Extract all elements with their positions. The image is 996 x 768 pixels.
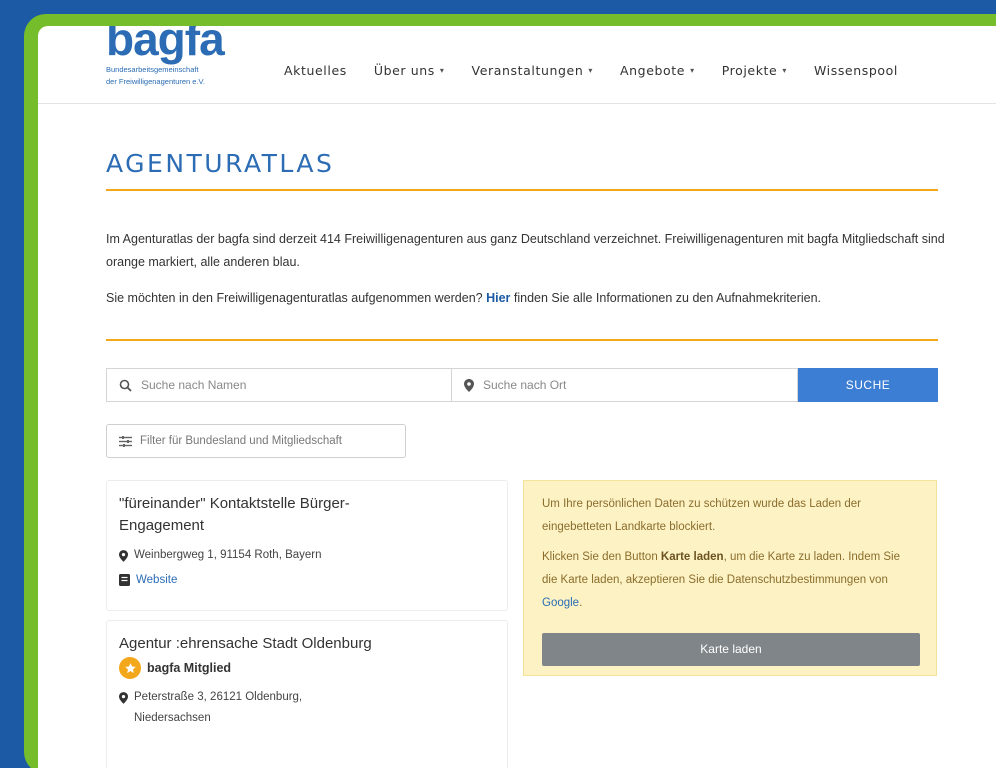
- chevron-down-icon: ▾: [782, 66, 787, 75]
- site-header: bagfa Bundesarbeitsgemeinschaft der Frei…: [38, 26, 996, 104]
- search-bar: Suche nach Namen Suche nach Ort SUCHE: [106, 368, 938, 402]
- page-title: AGENTURATLAS: [106, 149, 335, 178]
- nav-label: Wissenspool: [813, 63, 898, 78]
- nav-item-veranstaltungen[interactable]: Veranstaltungen ▾: [472, 63, 593, 78]
- section-divider: [106, 339, 938, 341]
- member-badge: bagfa Mitglied: [119, 657, 495, 679]
- nav-item-ueber-uns[interactable]: Über uns ▾: [374, 63, 445, 78]
- website-label: Website: [136, 574, 178, 586]
- intro-text: Im Agenturatlas der bagfa sind derzeit 4…: [106, 232, 945, 269]
- agency-name[interactable]: "füreinander" Kontaktstelle Bürger-Engag…: [119, 493, 419, 537]
- result-card[interactable]: Agentur :ehrensache Stadt Oldenburg bagf…: [106, 620, 508, 768]
- hier-link[interactable]: Hier: [486, 291, 510, 305]
- search-button[interactable]: SUCHE: [798, 368, 938, 402]
- book-icon: [119, 574, 130, 586]
- notice-text-1: Um Ihre persönlichen Daten zu schützen w…: [542, 498, 861, 533]
- nav-label: Projekte: [721, 63, 778, 78]
- filter-button[interactable]: Filter für Bundesland und Mitgliedschaft: [106, 424, 406, 458]
- map-pin-icon: [464, 378, 474, 392]
- search-icon: [119, 379, 132, 392]
- filter-label: Filter für Bundesland und Mitgliedschaft: [140, 435, 342, 447]
- notice-bold-karte-laden: Karte laden: [660, 551, 724, 563]
- join-text: Sie möchten in den Freiwilligenagenturat…: [106, 287, 946, 310]
- nav-label: Angebote: [620, 63, 686, 78]
- agency-name[interactable]: Agentur :ehrensache Stadt Oldenburg: [119, 633, 419, 655]
- main-navigation: Aktuelles Über uns ▾ Veranstaltungen ▾ A…: [284, 63, 925, 78]
- nav-item-projekte[interactable]: Projekte ▾: [722, 63, 787, 78]
- sliders-icon: [119, 435, 132, 447]
- agency-address: Weinbergweg 1, 91154 Roth, Bayern: [119, 545, 495, 566]
- result-card[interactable]: "füreinander" Kontaktstelle Bürger-Engag…: [106, 480, 508, 611]
- nav-item-aktuelles[interactable]: Aktuelles: [284, 63, 347, 78]
- chevron-down-icon: ▾: [439, 66, 445, 75]
- chevron-down-icon: ▾: [588, 66, 593, 75]
- logo-wordmark: bagfa: [106, 26, 225, 65]
- logo-subtitle-2: der Freiwilligenagenturen e.V.: [106, 77, 205, 86]
- join-text-after: finden Sie alle Informationen zu den Auf…: [510, 291, 822, 305]
- name-search-input[interactable]: Suche nach Namen: [106, 368, 452, 402]
- place-search-input[interactable]: Suche nach Ort: [452, 368, 798, 402]
- join-text-before: Sie möchten in den Freiwilligenagenturat…: [106, 291, 487, 305]
- address-text: Weinbergweg 1, 91154 Roth, Bayern: [134, 549, 322, 561]
- name-search-placeholder: Suche nach Namen: [141, 378, 247, 392]
- title-divider: [106, 189, 938, 191]
- place-search-placeholder: Suche nach Ort: [483, 378, 567, 392]
- google-link[interactable]: Google: [542, 597, 579, 609]
- load-map-button[interactable]: Karte laden: [542, 633, 920, 666]
- nav-label: Aktuelles: [284, 63, 347, 78]
- address-text: Peterstraße 3, 26121 Oldenburg, Niedersa…: [134, 691, 303, 724]
- website-link[interactable]: Website: [119, 574, 495, 586]
- logo-subtitle-1: Bundesarbeitsgemeinschaft: [106, 65, 199, 74]
- nav-item-angebote[interactable]: Angebote ▾: [620, 63, 695, 78]
- map-marker-icon: [119, 550, 128, 562]
- star-icon: [119, 657, 141, 679]
- browser-page: bagfa Bundesarbeitsgemeinschaft der Frei…: [38, 26, 996, 768]
- notice-text-2: Klicken Sie den Button Karte laden, um d…: [542, 546, 918, 615]
- map-marker-icon: [119, 692, 128, 704]
- notice-text-2-before: Klicken Sie den Button: [542, 551, 661, 563]
- bagfa-logo[interactable]: bagfa Bundesarbeitsgemeinschaft der Frei…: [106, 26, 225, 86]
- nav-label: Über uns: [373, 63, 435, 78]
- nav-item-wissenspool[interactable]: Wissenspool: [814, 63, 898, 78]
- agency-address: Peterstraße 3, 26121 Oldenburg, Niedersa…: [119, 687, 495, 729]
- map-blocked-notice: Um Ihre persönlichen Daten zu schützen w…: [523, 480, 937, 676]
- nav-label: Veranstaltungen: [471, 63, 584, 78]
- notice-text-2-end: .: [579, 597, 583, 609]
- member-label: bagfa Mitglied: [147, 661, 232, 675]
- chevron-down-icon: ▾: [690, 66, 695, 75]
